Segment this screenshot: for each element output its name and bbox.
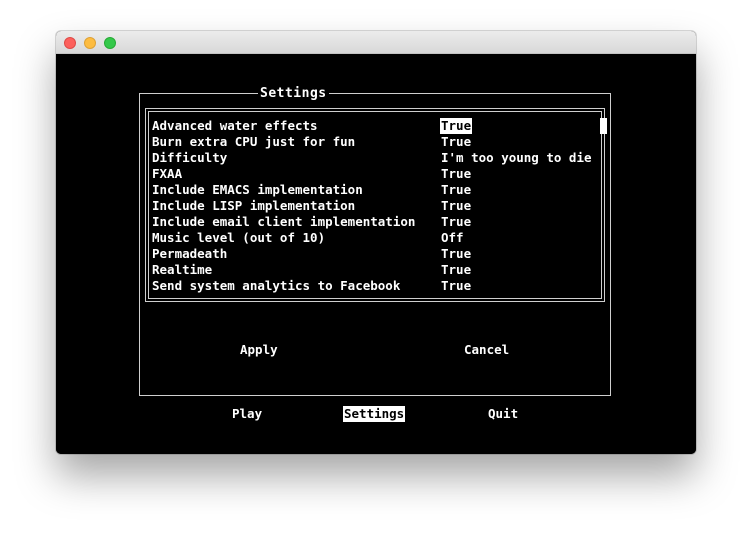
- maximize-window-button[interactable]: [104, 37, 116, 49]
- setting-label: Permadeath: [152, 246, 228, 261]
- setting-value[interactable]: True: [440, 182, 472, 198]
- app-window: Settings Advanced water effects True Bur…: [56, 31, 696, 454]
- setting-label: Include EMACS implementation: [152, 182, 363, 197]
- setting-row[interactable]: Send system analytics to Facebook True: [152, 278, 471, 294]
- minimize-window-button[interactable]: [84, 37, 96, 49]
- setting-row[interactable]: Include EMACS implementation True: [152, 182, 471, 198]
- setting-label: Burn extra CPU just for fun: [152, 134, 356, 149]
- apply-button[interactable]: Apply: [239, 342, 279, 358]
- menu-play-button[interactable]: Play: [231, 406, 263, 422]
- setting-value[interactable]: I'm too young to die: [440, 150, 593, 166]
- setting-label: Send system analytics to Facebook: [152, 278, 401, 293]
- setting-row[interactable]: Music level (out of 10) Off: [152, 230, 464, 246]
- setting-value[interactable]: True: [440, 134, 472, 150]
- setting-row[interactable]: FXAA True: [152, 166, 471, 182]
- setting-label: Include email client implementation: [152, 214, 416, 229]
- setting-label: Music level (out of 10): [152, 230, 326, 245]
- setting-row[interactable]: Include email client implementation True: [152, 214, 471, 230]
- setting-row[interactable]: Permadeath True: [152, 246, 471, 262]
- setting-value[interactable]: True: [440, 118, 473, 134]
- setting-label: Realtime: [152, 262, 213, 277]
- setting-value[interactable]: Off: [440, 230, 465, 246]
- setting-row[interactable]: Difficulty I'm too young to die: [152, 150, 592, 166]
- setting-row[interactable]: Burn extra CPU just for fun True: [152, 134, 471, 150]
- close-window-button[interactable]: [64, 37, 76, 49]
- scrollbar-thumb[interactable]: [600, 118, 607, 134]
- setting-value[interactable]: True: [440, 214, 472, 230]
- setting-row[interactable]: Include LISP implementation True: [152, 198, 471, 214]
- setting-value[interactable]: True: [440, 262, 472, 278]
- terminal-area: Settings Advanced water effects True Bur…: [56, 54, 696, 454]
- setting-label: Difficulty: [152, 150, 228, 165]
- setting-row[interactable]: Realtime True: [152, 262, 471, 278]
- setting-label: FXAA: [152, 166, 183, 181]
- setting-label: Include LISP implementation: [152, 198, 356, 213]
- setting-row[interactable]: Advanced water effects True: [152, 118, 473, 134]
- setting-label: Advanced water effects: [152, 118, 318, 133]
- menu-settings-button[interactable]: Settings: [343, 406, 406, 422]
- setting-value[interactable]: True: [440, 278, 472, 294]
- cancel-button[interactable]: Cancel: [463, 342, 510, 358]
- setting-value[interactable]: True: [440, 166, 472, 182]
- title-bar: [56, 31, 696, 54]
- dialog-title: Settings: [258, 86, 329, 102]
- setting-value[interactable]: True: [440, 198, 472, 214]
- menu-quit-button[interactable]: Quit: [487, 406, 519, 422]
- setting-value[interactable]: True: [440, 246, 472, 262]
